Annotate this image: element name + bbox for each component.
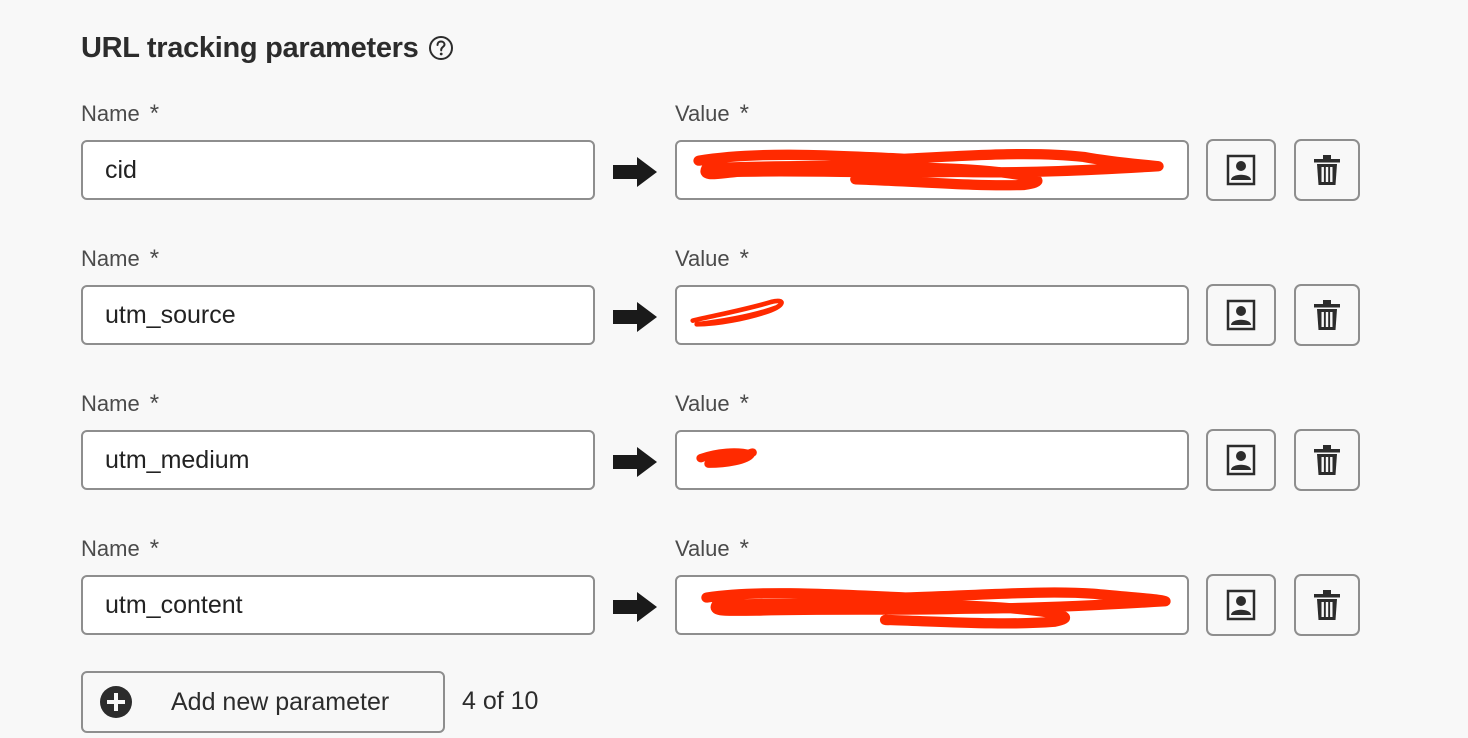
parameter-name-value: utm_source (105, 300, 236, 329)
help-circle-icon[interactable] (428, 35, 454, 61)
redaction-scribble (696, 448, 757, 468)
add-parameter-button[interactable]: Add new parameter (81, 671, 445, 733)
trash-icon[interactable] (1294, 574, 1360, 636)
required-marker: * (739, 535, 749, 562)
parameter-row: Name * Value * cid (0, 100, 1468, 210)
value-label: Value * (675, 390, 749, 417)
parameter-row: Name * Value * utm_source (0, 245, 1468, 355)
parameter-row: Name * Value * utm_content (0, 535, 1468, 645)
redaction-scribble (693, 148, 1164, 191)
value-label: Value * (675, 245, 749, 272)
arrow-right-icon (611, 300, 659, 334)
value-label: Value * (675, 535, 749, 562)
required-marker: * (739, 390, 749, 417)
parameter-value-field[interactable] (675, 285, 1189, 345)
required-marker: * (149, 245, 160, 272)
parameter-name-field[interactable]: utm_source (81, 285, 595, 345)
section-heading: URL tracking parameters (81, 28, 454, 68)
name-label: Name * (81, 245, 160, 272)
add-circle-icon (99, 685, 133, 719)
required-marker: * (149, 535, 160, 562)
parameter-count: 4 of 10 (462, 687, 539, 715)
trash-icon[interactable] (1294, 284, 1360, 346)
parameter-name-field[interactable]: cid (81, 140, 595, 200)
parameter-name-value: cid (105, 155, 137, 184)
required-marker: * (149, 100, 160, 127)
value-label: Value * (675, 100, 749, 127)
required-marker: * (149, 390, 160, 417)
name-label: Name * (81, 390, 160, 417)
add-parameter-label: Add new parameter (171, 687, 390, 716)
personalization-icon[interactable] (1206, 284, 1276, 346)
parameter-name-field[interactable]: utm_medium (81, 430, 595, 490)
arrow-right-icon (611, 155, 659, 189)
redaction-scribble (701, 587, 1171, 629)
personalization-icon[interactable] (1206, 139, 1276, 201)
parameter-name-field[interactable]: utm_content (81, 575, 595, 635)
parameter-name-value: utm_medium (105, 445, 250, 474)
parameter-name-value: utm_content (105, 590, 243, 619)
parameter-value-field[interactable] (675, 575, 1189, 635)
required-marker: * (739, 245, 749, 272)
personalization-icon[interactable] (1206, 429, 1276, 491)
parameter-value-field[interactable] (675, 430, 1189, 490)
section-title: URL tracking parameters (81, 31, 419, 64)
trash-icon[interactable] (1294, 429, 1360, 491)
redaction-scribble (690, 298, 784, 327)
name-label: Name * (81, 100, 160, 127)
name-label: Name * (81, 535, 160, 562)
parameter-row: Name * Value * utm_medium (0, 390, 1468, 500)
required-marker: * (739, 100, 749, 127)
parameter-value-field[interactable] (675, 140, 1189, 200)
personalization-icon[interactable] (1206, 574, 1276, 636)
arrow-right-icon (611, 590, 659, 624)
arrow-right-icon (611, 445, 659, 479)
trash-icon[interactable] (1294, 139, 1360, 201)
